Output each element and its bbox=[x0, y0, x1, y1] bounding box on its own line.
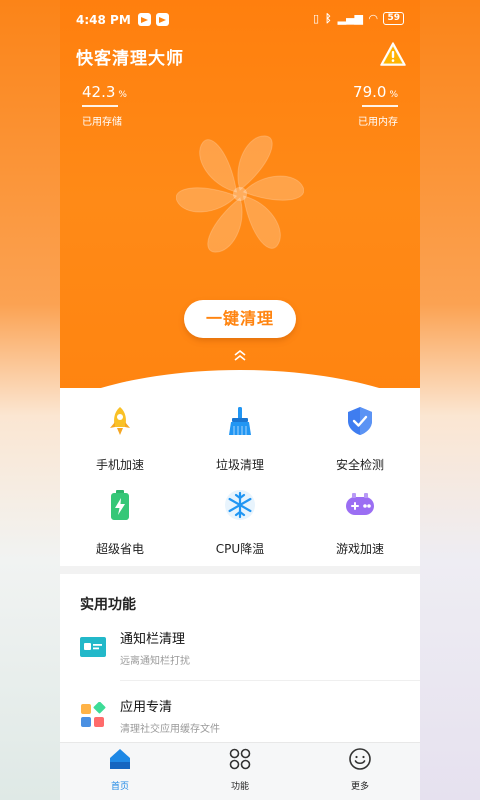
fan-icon bbox=[176, 135, 304, 253]
nav-item-home[interactable]: 首页 bbox=[60, 747, 180, 792]
grid-label: 安全检测 bbox=[335, 458, 384, 472]
one-click-clean-button[interactable]: 一键清理 bbox=[184, 300, 296, 338]
storage-stat: 42.3% 已用存储 bbox=[82, 82, 127, 128]
battery-icon: 59 bbox=[383, 12, 404, 25]
storage-unit: % bbox=[118, 90, 127, 100]
nav-item-features[interactable]: 功能 bbox=[180, 747, 300, 792]
nav-label: 功能 bbox=[230, 782, 249, 792]
nav-label: 首页 bbox=[110, 782, 129, 792]
status-time: 4:48 PM bbox=[76, 13, 131, 27]
smile-icon bbox=[349, 748, 371, 770]
grid-label: 游戏加速 bbox=[335, 542, 384, 556]
background-right bbox=[420, 0, 480, 800]
telegram-icon bbox=[138, 13, 151, 26]
apps-icon bbox=[81, 702, 106, 727]
grid-item-junk-clean[interactable]: 垃圾清理 bbox=[180, 404, 300, 473]
feature-grid: 手机加速 垃圾清理 安全检测 超级省电 CPU降温 游戏加速 bbox=[60, 388, 420, 566]
grid-item-phone-boost[interactable]: 手机加速 bbox=[60, 404, 180, 473]
rocket-icon bbox=[110, 407, 130, 435]
status-icons: ▯ ᛒ ▂▄▆ ◠ 59 bbox=[313, 12, 404, 25]
nav-item-more[interactable]: 更多 bbox=[300, 747, 420, 792]
section-title: 实用功能 bbox=[80, 597, 136, 613]
grid-label: 超级省电 bbox=[95, 542, 144, 556]
grid-label: 手机加速 bbox=[95, 458, 144, 472]
utilities-section: 实用功能 通知栏清理 远离通知栏打扰 应用专清 清理社交应用缓存文件 bbox=[60, 574, 420, 744]
bluetooth-icon: ᛒ bbox=[325, 12, 332, 25]
util-item-desc: 远离通知栏打扰 bbox=[120, 656, 190, 667]
grid-icon bbox=[229, 748, 251, 770]
util-item-desc: 清理社交应用缓存文件 bbox=[120, 724, 220, 735]
memory-stat: 79.0% 已用内存 bbox=[353, 82, 398, 128]
vibrate-icon: ▯ bbox=[312, 12, 319, 25]
bottom-nav: 首页 功能 更多 bbox=[60, 742, 420, 800]
grid-item-cpu-cooling[interactable]: CPU降温 bbox=[180, 488, 300, 557]
signal-icon: ▂▄▆ bbox=[337, 12, 363, 25]
gamepad-icon bbox=[346, 493, 374, 515]
notification-icon bbox=[80, 637, 106, 657]
wifi-icon: ◠ bbox=[369, 12, 378, 25]
storage-bar bbox=[82, 105, 118, 107]
memory-bar bbox=[362, 105, 398, 107]
grid-item-power-saving[interactable]: 超级省电 bbox=[60, 488, 180, 557]
util-item-name: 应用专清 bbox=[120, 700, 173, 715]
chevron-up-icon[interactable] bbox=[232, 348, 248, 362]
app-title: 快客清理大师 bbox=[76, 49, 184, 69]
util-item-notification-clean[interactable]: 通知栏清理 远离通知栏打扰 bbox=[80, 628, 420, 684]
battery-icon bbox=[111, 490, 129, 520]
memory-unit: % bbox=[389, 90, 398, 100]
storage-label: 已用存储 bbox=[82, 117, 122, 128]
grid-label: CPU降温 bbox=[215, 542, 265, 556]
background-left bbox=[0, 0, 60, 800]
home-icon bbox=[110, 749, 130, 769]
memory-label: 已用内存 bbox=[358, 117, 398, 128]
telegram-icon bbox=[156, 13, 169, 26]
grid-label: 垃圾清理 bbox=[215, 458, 264, 472]
divider bbox=[120, 680, 420, 681]
status-bar: 4:48 PM ▯ ᛒ ▂▄▆ ◠ 59 bbox=[60, 0, 420, 40]
grid-item-security-check[interactable]: 安全检测 bbox=[300, 404, 420, 473]
memory-value: 79.0 bbox=[353, 83, 387, 101]
grid-item-game-boost[interactable]: 游戏加速 bbox=[300, 488, 420, 557]
nav-label: 更多 bbox=[350, 782, 369, 792]
snowflake-icon bbox=[225, 490, 255, 520]
broom-icon bbox=[229, 407, 251, 435]
warning-icon[interactable] bbox=[380, 42, 406, 66]
shield-icon bbox=[348, 407, 372, 435]
app-screen: 4:48 PM ▯ ᛒ ▂▄▆ ◠ 59 快客清理大师 42.3% 已用存储 7… bbox=[60, 0, 420, 800]
storage-value: 42.3 bbox=[82, 83, 116, 101]
util-item-name: 通知栏清理 bbox=[120, 632, 186, 647]
